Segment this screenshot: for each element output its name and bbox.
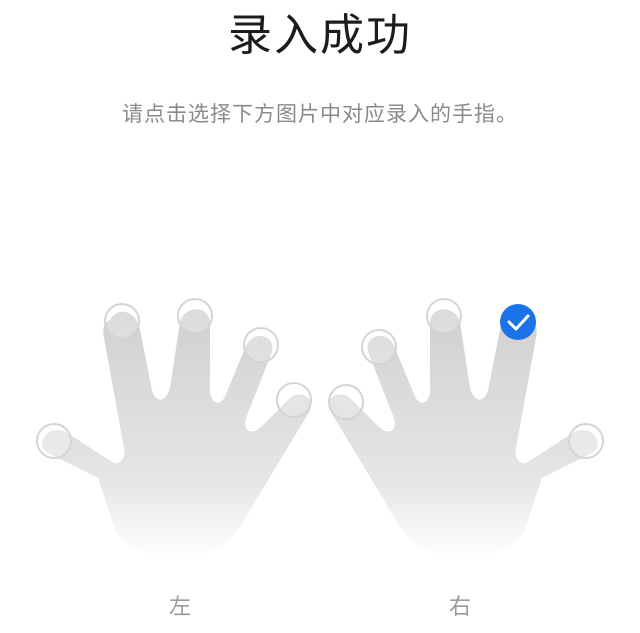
right-ring-target[interactable] xyxy=(361,329,397,365)
left-ring-target[interactable] xyxy=(243,327,279,363)
left-hand-label: 左 xyxy=(168,595,191,620)
right-middle-target[interactable] xyxy=(426,298,462,334)
left-index-target[interactable] xyxy=(104,303,140,339)
hands-illustration xyxy=(36,298,604,559)
left-thumb-target[interactable] xyxy=(36,423,72,459)
right-thumb-target[interactable] xyxy=(568,423,604,459)
right-index-target-selected[interactable] xyxy=(500,304,536,340)
left-middle-target[interactable] xyxy=(177,298,213,334)
right-little-target[interactable] xyxy=(328,384,364,420)
left-little-target[interactable] xyxy=(276,382,312,418)
right-hand-label: 右 xyxy=(448,595,471,620)
